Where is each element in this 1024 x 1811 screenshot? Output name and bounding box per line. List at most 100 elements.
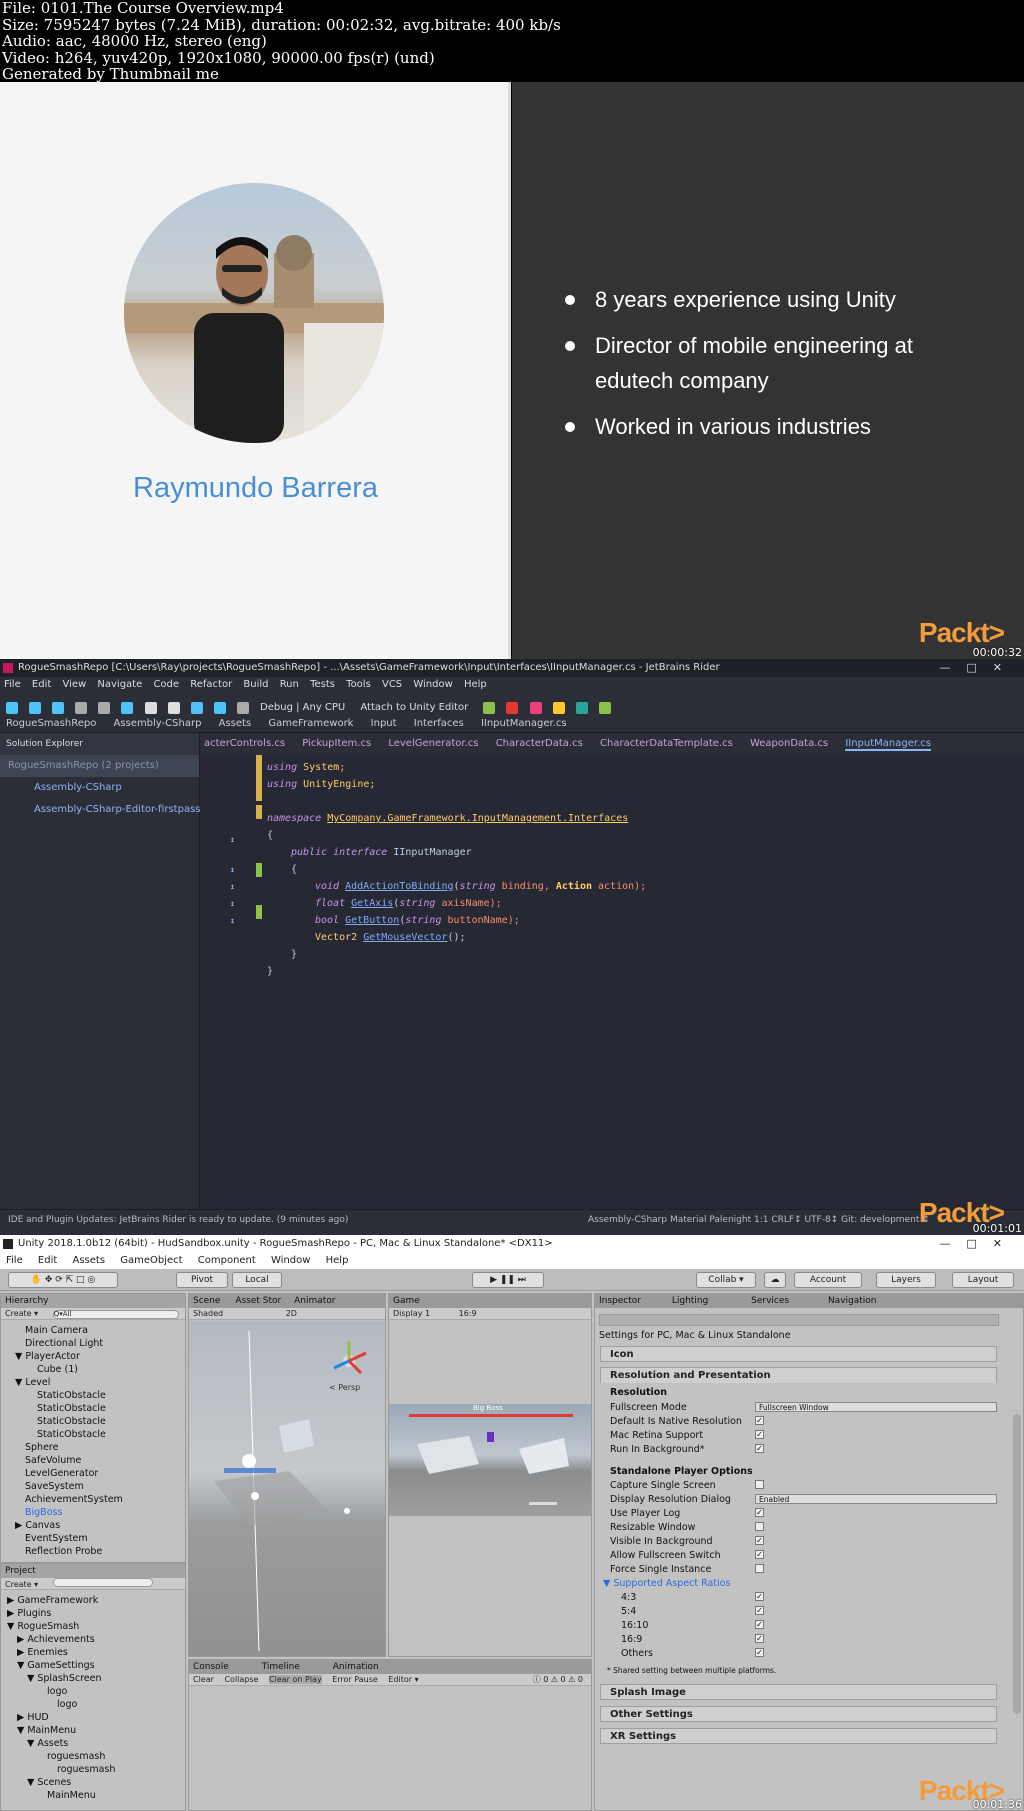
profile-icon[interactable] — [529, 701, 542, 714]
project-file[interactable]: logo — [1, 1698, 185, 1711]
console-clear-on-play-button[interactable]: Clear on Play — [269, 1675, 322, 1684]
setting-checkbox[interactable]: ✓ — [755, 1444, 764, 1453]
menu-file[interactable]: File — [4, 679, 21, 690]
transform-tools[interactable]: ✋ ✥ ⟳ ⇱ □ ◎ — [8, 1272, 118, 1288]
section-icon[interactable]: Icon — [600, 1346, 997, 1362]
hierarchy-item[interactable]: Directional Light — [1, 1337, 185, 1350]
project-folder[interactable]: ▶ Enemies — [1, 1646, 185, 1659]
hierarchy-item[interactable]: SafeVolume — [1, 1454, 185, 1467]
breadcrumb-item[interactable]: GameFramework — [268, 718, 353, 729]
project-file[interactable]: roguesmash — [1, 1763, 185, 1776]
tab-console[interactable]: Console — [193, 1662, 229, 1672]
project-file[interactable]: logo — [1, 1685, 185, 1698]
run-config-select[interactable]: Debug | Any CPU — [260, 702, 345, 713]
undo-icon[interactable] — [75, 701, 88, 714]
project-folder[interactable]: ▶ Achievements — [1, 1633, 185, 1646]
aspect-checkbox[interactable]: ✓ — [755, 1592, 764, 1601]
cut-icon[interactable] — [121, 701, 134, 714]
window-controls[interactable]: —□✕ — [939, 1235, 1018, 1253]
breadcrumb-item[interactable]: Interfaces — [414, 718, 464, 729]
code-editor[interactable]: ↥ ↥ ↥ ↥ ↥ using System; using UnityEngin… — [200, 755, 1024, 1209]
section-xr-settings[interactable]: XR Settings — [600, 1728, 997, 1744]
redo-icon[interactable] — [98, 701, 111, 714]
layout-dropdown[interactable]: Layout — [952, 1272, 1014, 1288]
tab-navigation[interactable]: Navigation — [828, 1296, 877, 1306]
console-clear-button[interactable]: Clear — [193, 1675, 214, 1684]
project-search[interactable] — [52, 1578, 153, 1587]
menu-vcs[interactable]: VCS — [382, 679, 402, 690]
aspect-checkbox[interactable]: ✓ — [755, 1606, 764, 1615]
aspect-dropdown[interactable]: 16:9 — [459, 1309, 477, 1318]
cloud-icon[interactable]: ☁ — [764, 1272, 786, 1288]
setting-checkbox[interactable] — [755, 1564, 764, 1573]
console-editor-dropdown[interactable]: Editor ▾ — [388, 1675, 418, 1684]
menu-help[interactable]: Help — [464, 679, 487, 690]
tab-file[interactable]: LevelGenerator.cs — [388, 738, 478, 749]
menu-assets[interactable]: Assets — [72, 1255, 105, 1266]
collab-button[interactable]: Collab ▾ — [696, 1272, 756, 1288]
hierarchy-item-selected[interactable]: BigBoss — [1, 1506, 185, 1519]
display-dialog-dropdown[interactable]: Enabled — [755, 1494, 997, 1504]
tab-project[interactable]: Project — [1, 1564, 185, 1578]
tab-lighting[interactable]: Lighting — [672, 1296, 708, 1306]
tab-services[interactable]: Services — [751, 1296, 789, 1306]
setting-checkbox[interactable] — [755, 1480, 764, 1489]
aspect-checkbox[interactable]: ✓ — [755, 1648, 764, 1657]
hierarchy-item[interactable]: ▼ Level — [1, 1376, 185, 1389]
hierarchy-item[interactable]: Main Camera — [1, 1324, 185, 1337]
tab-animator[interactable]: Animator — [294, 1296, 335, 1306]
tab-file[interactable]: CharacterDataTemplate.cs — [600, 738, 733, 749]
tab-scene[interactable]: Scene — [193, 1296, 220, 1306]
update-notice[interactable]: IDE and Plugin Updates: JetBrains Rider … — [8, 1215, 348, 1225]
hierarchy-item[interactable]: Sphere — [1, 1441, 185, 1454]
implementation-icon[interactable]: ↥ — [230, 899, 235, 908]
setting-checkbox[interactable]: ✓ — [755, 1416, 764, 1425]
menu-window[interactable]: Window — [271, 1255, 310, 1266]
local-toggle[interactable]: Local — [232, 1272, 282, 1288]
inspector-scrollbar[interactable] — [1013, 1414, 1021, 1714]
search-icon[interactable] — [190, 701, 203, 714]
hierarchy-item[interactable]: StaticObstacle — [1, 1389, 185, 1402]
status-right[interactable]: Assembly-CSharp Material Palenight 1:1 C… — [588, 1210, 930, 1230]
project-folder[interactable]: ▼ SplashScreen — [1, 1672, 185, 1685]
aspect-checkbox[interactable]: ✓ — [755, 1634, 764, 1643]
account-dropdown[interactable]: Account — [794, 1272, 862, 1288]
open-icon[interactable] — [6, 701, 18, 714]
menu-refactor[interactable]: Refactor — [190, 679, 232, 690]
project-folder[interactable]: ▼ GameSettings — [1, 1659, 185, 1672]
tab-hierarchy[interactable]: Hierarchy — [1, 1294, 185, 1308]
console-collapse-button[interactable]: Collapse — [224, 1675, 258, 1684]
create-button[interactable]: Create ▾ — [5, 1580, 38, 1589]
platform-tabs[interactable] — [599, 1314, 999, 1326]
hierarchy-search[interactable]: Q▾All — [52, 1310, 179, 1319]
menu-tests[interactable]: Tests — [310, 679, 335, 690]
tab-file[interactable]: acterControls.cs — [204, 738, 285, 749]
setting-checkbox[interactable] — [755, 1522, 764, 1531]
menu-edit[interactable]: Edit — [38, 1255, 57, 1266]
menu-help[interactable]: Help — [326, 1255, 349, 1266]
menu-window[interactable]: Window — [413, 679, 452, 690]
setting-checkbox[interactable]: ✓ — [755, 1430, 764, 1439]
menu-code[interactable]: Code — [153, 679, 179, 690]
breadcrumb-item[interactable]: Input — [371, 718, 397, 729]
section-other-settings[interactable]: Other Settings — [600, 1706, 997, 1722]
tab-file-active[interactable]: IInputManager.cs — [845, 738, 931, 751]
hierarchy-item[interactable]: StaticObstacle — [1, 1428, 185, 1441]
fullscreen-mode-dropdown[interactable]: Fullscreen Window — [755, 1402, 997, 1412]
tab-file[interactable]: WeaponData.cs — [750, 738, 828, 749]
menu-gameobject[interactable]: GameObject — [120, 1255, 182, 1266]
solution-item[interactable]: RogueSmashRepo (2 projects) — [0, 755, 199, 777]
implementation-icon[interactable]: ↥ — [230, 865, 235, 874]
hierarchy-item[interactable]: SaveSystem — [1, 1480, 185, 1493]
tab-file[interactable]: CharacterData.cs — [496, 738, 583, 749]
hierarchy-item[interactable]: ▼ PlayerActor — [1, 1350, 185, 1363]
menu-tools[interactable]: Tools — [346, 679, 371, 690]
implementation-icon[interactable]: ↥ — [230, 882, 235, 891]
breadcrumb-item[interactable]: IInputManager.cs — [481, 718, 567, 729]
layers-dropdown[interactable]: Layers — [876, 1272, 936, 1288]
implementation-icon[interactable]: ↥ — [230, 835, 235, 844]
breadcrumb-item[interactable]: Assembly-CSharp — [114, 718, 202, 729]
perspective-label[interactable]: < Persp — [329, 1383, 360, 1392]
attach-unity-select[interactable]: Attach to Unity Editor — [360, 702, 468, 713]
forward-icon[interactable] — [236, 701, 249, 714]
